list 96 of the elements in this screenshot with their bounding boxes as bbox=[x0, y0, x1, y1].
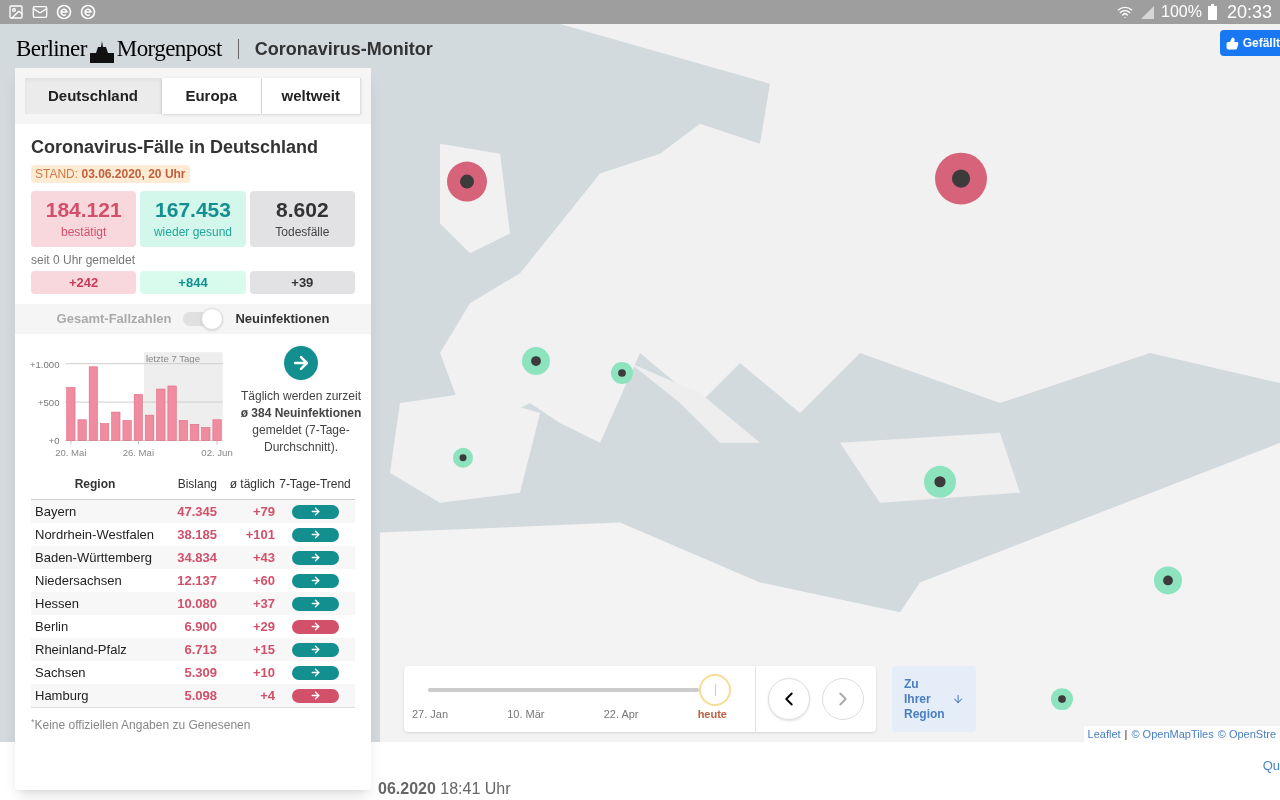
signal-icon bbox=[1139, 4, 1156, 20]
timeline-label: 27. Jan bbox=[412, 707, 449, 722]
timeline-label: 10. Mär bbox=[507, 707, 545, 722]
page-title: Coronavirus-Monitor bbox=[254, 37, 433, 61]
app-icon bbox=[56, 4, 72, 20]
arrow-right-icon bbox=[309, 575, 321, 586]
region-tab[interactable]: Deutschland bbox=[25, 78, 162, 114]
y-tick-label: +1.000 bbox=[29, 358, 60, 370]
toggle-label: Neuinfektionen bbox=[235, 310, 330, 329]
table-cell-text: Baden-Württemberg bbox=[34, 549, 154, 566]
table-cell-text: 6.713 bbox=[183, 640, 217, 659]
arrow-down-icon bbox=[951, 692, 964, 706]
table-cell-text: +79 bbox=[251, 502, 275, 521]
attribution-link[interactable]: © OpenStre bbox=[1217, 725, 1276, 742]
region-tab[interactable]: weltweit bbox=[261, 78, 361, 114]
timeline-label: heute bbox=[697, 707, 727, 722]
chart-annotation: letzte 7 Tage bbox=[145, 352, 200, 364]
brand-name: Berliner bbox=[16, 35, 87, 63]
table-cell-text: Hamburg bbox=[34, 687, 90, 704]
table-cell-text: +15 bbox=[251, 640, 275, 659]
column-header: ø täglich bbox=[228, 476, 275, 493]
arrow-right-icon bbox=[309, 690, 321, 701]
attribution-link[interactable]: Leaflet bbox=[1087, 725, 1121, 742]
mail-icon bbox=[32, 4, 48, 20]
table-cell-text: Niedersachsen bbox=[34, 572, 123, 589]
table-cell-text: Sachsen bbox=[34, 664, 87, 681]
arrow-right-icon bbox=[291, 353, 311, 373]
footnote: $^{*}$Keine offiziellen Angaben zu Genesenen bbox=[31, 716, 252, 734]
table-cell-text: Hessen bbox=[34, 595, 81, 612]
update-time: 18:41 Uhr bbox=[440, 780, 511, 797]
timeline-label: 22. Apr bbox=[603, 707, 639, 722]
stat-delta: +242 bbox=[31, 271, 137, 294]
stat-delta: +844 bbox=[140, 271, 246, 294]
arrow-right-icon bbox=[309, 621, 321, 632]
thumbs-up-icon bbox=[1225, 36, 1239, 50]
column-header: 7-Tage-Trend bbox=[278, 476, 352, 493]
trend-note: Täglich werden zurzeit ø 384 Neuinfektionen gemeldet (7-Tage-Durchschnitt). bbox=[239, 388, 363, 456]
region-tab[interactable]: Europa bbox=[162, 78, 262, 114]
x-tick-label: 20. Mai bbox=[55, 446, 87, 458]
table-cell-text: 34.834 bbox=[176, 548, 217, 567]
stand-badge: STAND: 03.06.2020, 20 Uhr bbox=[31, 165, 190, 183]
battery-icon bbox=[1207, 4, 1217, 20]
since-label: seit 0 Uhr gemeldet bbox=[31, 252, 137, 269]
y-tick-label: +0 bbox=[48, 435, 60, 447]
column-header: Region bbox=[73, 476, 117, 493]
stat-delta: +39 bbox=[249, 271, 355, 294]
app-icon bbox=[80, 4, 96, 20]
wifi-icon bbox=[1117, 4, 1134, 20]
stat-label: wieder gesund bbox=[153, 224, 232, 242]
stat-label: bestätigt bbox=[60, 224, 107, 242]
brand-name: Morgenpost bbox=[116, 35, 222, 63]
stat-value: 8.602 bbox=[276, 196, 329, 223]
arrow-right-icon bbox=[309, 644, 321, 655]
table-cell-text: +10 bbox=[251, 663, 275, 682]
image-icon bbox=[8, 4, 24, 20]
attribution-link[interactable]: © OpenMapTiles bbox=[1131, 725, 1214, 742]
table-cell-text: +43 bbox=[251, 548, 275, 567]
table-cell-text: 12.137 bbox=[176, 571, 217, 590]
source-link[interactable]: Qu bbox=[1262, 756, 1280, 776]
bar bbox=[190, 424, 200, 441]
like-button[interactable]: Gefällt bbox=[1219, 30, 1280, 56]
panel-heading: Coronavirus-Fälle in Deutschland bbox=[31, 136, 320, 159]
arrow-right-icon bbox=[309, 506, 321, 517]
table-cell-text: +29 bbox=[251, 617, 275, 636]
stat-value: 167.453 bbox=[155, 196, 231, 223]
stat-value: 184.121 bbox=[45, 196, 122, 223]
table-cell-text: 47.345 bbox=[176, 502, 217, 521]
separator: | bbox=[1124, 726, 1128, 742]
column-header: Bislang bbox=[176, 476, 217, 493]
table-cell-text: Nordrhein-Westfalen bbox=[34, 526, 155, 543]
table-cell-text: 6.900 bbox=[183, 617, 217, 636]
arrow-right-icon bbox=[309, 667, 321, 678]
table-cell-text: 38.185 bbox=[176, 525, 217, 544]
arrow-right-icon bbox=[309, 598, 321, 609]
table-cell-text: +60 bbox=[251, 571, 275, 590]
table-cell-text: +37 bbox=[251, 594, 275, 613]
x-tick-label: 02. Jun bbox=[201, 446, 233, 458]
table-cell-text: Rheinland-Pfalz bbox=[34, 641, 128, 658]
region-button[interactable]: Zu Ihrer Region bbox=[892, 666, 976, 732]
table-cell-text: 5.098 bbox=[183, 686, 217, 705]
clock: 20:33 bbox=[1226, 0, 1272, 24]
y-tick-label: +500 bbox=[37, 396, 60, 408]
table-cell-text: +101 bbox=[244, 525, 275, 544]
arrow-right-icon bbox=[309, 529, 321, 540]
arrow-right-icon bbox=[309, 552, 321, 563]
battery-percentage: 100% bbox=[1161, 2, 1202, 22]
timeline-handle[interactable] bbox=[699, 674, 731, 706]
table-cell-text: 5.309 bbox=[183, 663, 217, 682]
x-tick-label: 26. Mai bbox=[122, 446, 155, 458]
update-date: 06.2020 bbox=[378, 780, 436, 797]
stat-label: Todesfälle bbox=[275, 224, 330, 242]
table-cell-text: Bayern bbox=[34, 503, 78, 520]
table-cell-text: Berlin bbox=[34, 618, 70, 635]
toggle-label: Gesamt-Fallzahlen bbox=[56, 310, 172, 329]
table-cell-text: +4 bbox=[259, 686, 275, 705]
table-cell-text: 10.080 bbox=[176, 594, 217, 613]
